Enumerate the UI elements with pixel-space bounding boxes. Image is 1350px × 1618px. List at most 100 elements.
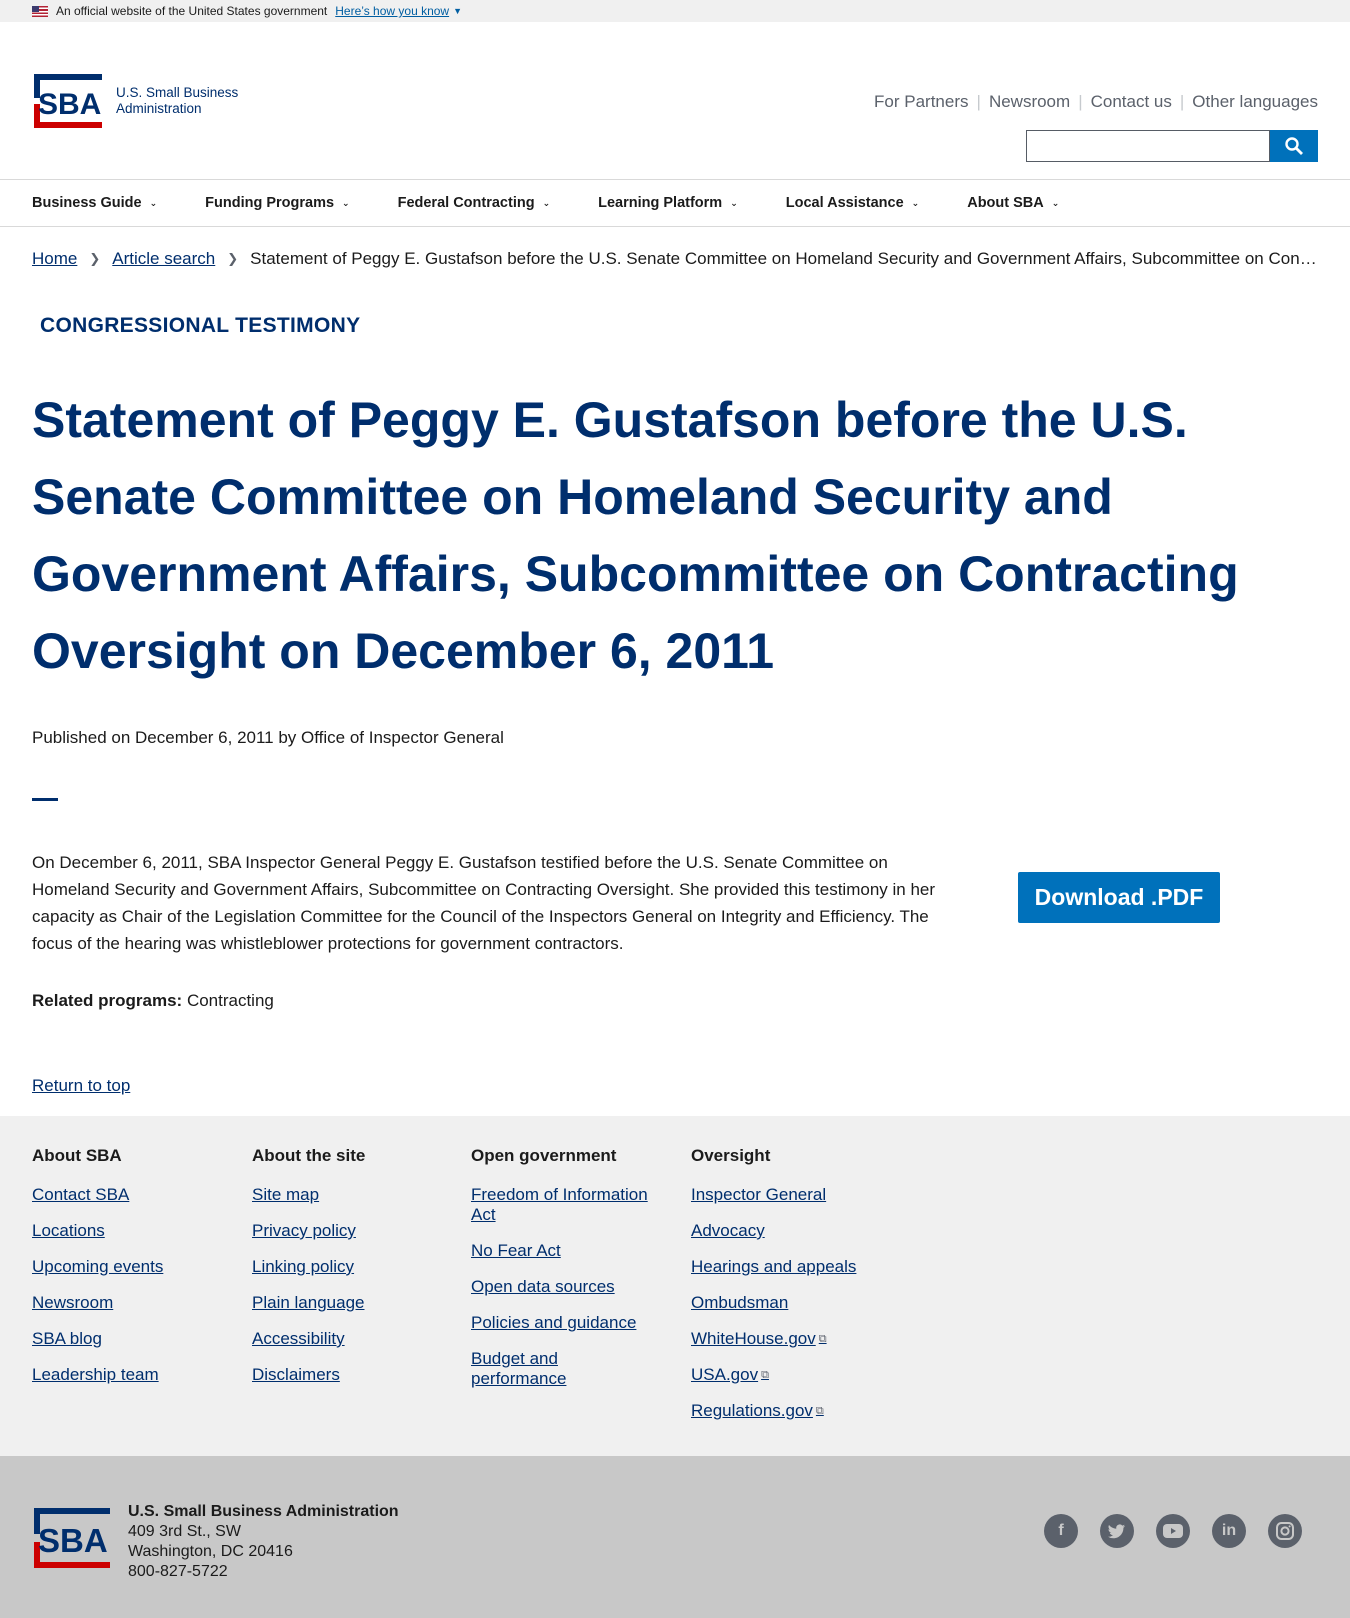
footer-col-heading: Oversight — [691, 1146, 771, 1165]
footer-link-privacy-policy[interactable]: Privacy policy — [252, 1221, 447, 1241]
breadcrumb: Home ❯ Article search ❯ Statement of Peg… — [32, 249, 1318, 269]
search-button[interactable] — [1270, 130, 1318, 162]
footer-link-label: WhiteHouse.gov — [691, 1329, 816, 1348]
logo-text-line2: Administration — [116, 101, 202, 116]
logo-text-line1: U.S. Small Business — [116, 85, 239, 100]
nav-about-sba[interactable]: About SBA ⌄ — [967, 195, 1059, 211]
footer-link-linking-policy[interactable]: Linking policy — [252, 1257, 447, 1277]
page-title: Statement of Peggy E. Gustafson before t… — [32, 392, 1239, 679]
footer-address-line2: Washington, DC 20416 — [128, 1543, 293, 1560]
external-link-icon: ⧉ — [815, 1405, 824, 1417]
footer-link-policies-and-guidance[interactable]: Policies and guidance — [471, 1313, 661, 1333]
youtube-icon[interactable] — [1156, 1514, 1190, 1548]
footer-link-whitehouse-gov[interactable]: WhiteHouse.gov ⧉ — [691, 1329, 886, 1349]
footer-col-heading: Open government — [471, 1146, 617, 1165]
breadcrumb-article-search[interactable]: Article search — [112, 249, 215, 269]
utility-divider: | — [976, 92, 981, 111]
footer-link-regulations-gov[interactable]: Regulations.gov ⧉ — [691, 1401, 886, 1421]
instagram-icon[interactable] — [1268, 1514, 1302, 1548]
footer-bottom: SBA U.S. Small Business Administration 4… — [0, 1456, 1350, 1618]
youtube-play-glyph — [1163, 1524, 1183, 1538]
social-links: f in — [1022, 1514, 1302, 1548]
download-pdf-button[interactable]: Download .PDF — [1018, 872, 1220, 923]
logo-text: U.S. Small Business Administration — [116, 85, 238, 117]
sba-logo-icon[interactable]: SBA — [32, 1506, 112, 1570]
twitter-icon[interactable] — [1100, 1514, 1134, 1548]
nav-label: About SBA — [967, 195, 1044, 211]
footer-link-inspector-general[interactable]: Inspector General — [691, 1185, 886, 1205]
footer-link-label: Regulations.gov — [691, 1401, 813, 1420]
footer-link-foia[interactable]: Freedom of Information Act — [471, 1185, 661, 1225]
nav-label: Learning Platform — [598, 195, 723, 211]
chevron-right-icon: ❯ — [227, 251, 239, 266]
site-header: SBA U.S. Small Business Administration F… — [0, 22, 1350, 180]
nav-funding-programs[interactable]: Funding Programs ⌄ — [205, 195, 349, 211]
chevron-down-icon: ⌄ — [342, 197, 350, 208]
published-meta: Published on December 6, 2011 by Office … — [32, 728, 504, 747]
footer-link-newsroom[interactable]: Newsroom — [32, 1293, 227, 1313]
external-link-icon: ⧉ — [818, 1333, 827, 1345]
search-input[interactable] — [1026, 130, 1270, 162]
svg-text:SBA: SBA — [38, 88, 101, 121]
footer-col-heading: About SBA — [32, 1146, 122, 1165]
utility-other-languages[interactable]: Other languages — [1192, 92, 1318, 112]
sba-logo[interactable]: SBA U.S. Small Business Administration — [32, 72, 238, 130]
footer-link-sba-blog[interactable]: SBA blog — [32, 1329, 227, 1349]
chevron-down-icon: ⌄ — [1051, 197, 1060, 208]
nav-learning-platform[interactable]: Learning Platform ⌄ — [598, 195, 738, 211]
instagram-camera-glyph — [1276, 1522, 1294, 1540]
footer-link-site-map[interactable]: Site map — [252, 1185, 447, 1205]
facebook-icon[interactable]: f — [1044, 1514, 1078, 1548]
footer-links: About SBA Contact SBA Locations Upcoming… — [0, 1116, 1350, 1456]
divider — [32, 798, 58, 801]
footer-address-line1: 409 3rd St., SW — [128, 1523, 241, 1540]
svg-text:SBA: SBA — [38, 1522, 108, 1559]
chevron-down-icon[interactable]: ▼ — [453, 6, 462, 16]
chevron-down-icon: ⌄ — [911, 197, 920, 208]
heres-how-you-know-link[interactable]: Here’s how you know — [335, 4, 449, 18]
footer-link-usa-gov[interactable]: USA.gov ⧉ — [691, 1365, 886, 1385]
footer-address: U.S. Small Business Administration 409 3… — [128, 1502, 399, 1582]
footer-link-accessibility[interactable]: Accessibility — [252, 1329, 447, 1349]
footer-col-about-the-site: About the site Site map Privacy policy L… — [252, 1146, 447, 1401]
nav-label: Funding Programs — [205, 195, 335, 211]
search-icon — [1285, 137, 1303, 155]
breadcrumb-current: Statement of Peggy E. Gustafson before t… — [250, 249, 1318, 268]
footer-link-plain-language[interactable]: Plain language — [252, 1293, 447, 1313]
footer-link-locations[interactable]: Locations — [32, 1221, 227, 1241]
footer-link-ombudsman[interactable]: Ombudsman — [691, 1293, 886, 1313]
nav-local-assistance[interactable]: Local Assistance ⌄ — [786, 195, 919, 211]
gov-banner: An official website of the United States… — [0, 0, 1350, 22]
footer-link-disclaimers[interactable]: Disclaimers — [252, 1365, 447, 1385]
chevron-down-icon: ⌄ — [542, 197, 551, 208]
related-programs-label: Related programs: — [32, 991, 183, 1010]
article-body: On December 6, 2011, SBA Inspector Gener… — [32, 853, 936, 953]
footer-link-no-fear-act[interactable]: No Fear Act — [471, 1241, 661, 1261]
related-programs-value: Contracting — [186, 991, 274, 1010]
utility-nav: For Partners | Newsroom | Contact us | O… — [874, 92, 1318, 112]
utility-for-partners[interactable]: For Partners — [874, 92, 968, 112]
utility-divider: | — [1179, 92, 1185, 111]
nav-label: Federal Contracting — [397, 195, 535, 211]
main-nav: Business Guide ⌄ Funding Programs ⌄ Federa… — [0, 180, 1350, 227]
footer-col-heading: About the site — [252, 1146, 366, 1165]
footer-link-budget-and-performance[interactable]: Budget and performance — [471, 1349, 581, 1389]
nav-federal-contracting[interactable]: Federal Contracting ⌄ — [398, 195, 551, 211]
linkedin-icon[interactable]: in — [1212, 1514, 1246, 1548]
footer-link-upcoming-events[interactable]: Upcoming events — [32, 1257, 227, 1277]
footer-link-contact-sba[interactable]: Contact SBA — [32, 1185, 227, 1205]
footer-link-hearings-and-appeals[interactable]: Hearings and appeals — [691, 1257, 886, 1277]
twitter-bird-glyph — [1108, 1523, 1125, 1538]
return-to-top-link[interactable]: Return to top — [32, 1076, 130, 1096]
nav-business-guide[interactable]: Business Guide ⌄ — [32, 195, 157, 211]
footer-link-leadership-team[interactable]: Leadership team — [32, 1365, 227, 1385]
footer-link-open-data-sources[interactable]: Open data sources — [471, 1277, 661, 1297]
breadcrumb-home[interactable]: Home — [32, 249, 77, 269]
utility-newsroom[interactable]: Newsroom — [989, 92, 1070, 112]
footer-link-advocacy[interactable]: Advocacy — [691, 1221, 886, 1241]
chevron-down-icon: ⌄ — [730, 197, 738, 208]
utility-contact-us[interactable]: Contact us — [1091, 92, 1172, 112]
chevron-down-icon: ⌄ — [149, 197, 158, 208]
footer-org-name: U.S. Small Business Administration — [128, 1503, 399, 1520]
search-form — [1026, 130, 1318, 162]
